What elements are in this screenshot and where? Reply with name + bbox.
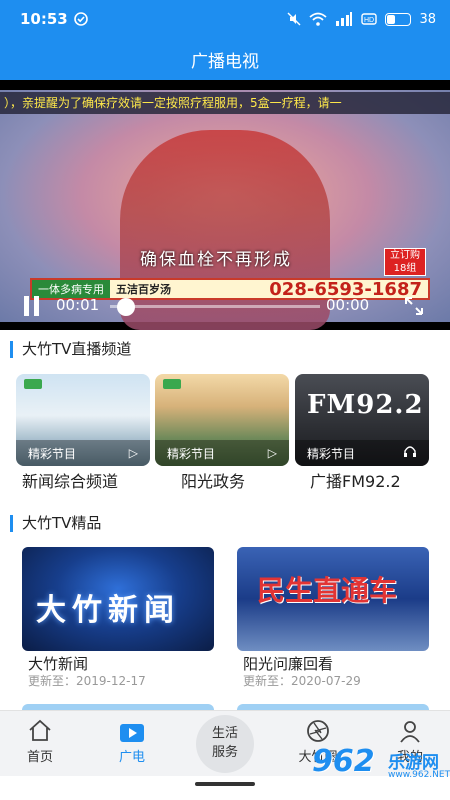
pause-icon [24, 296, 29, 316]
premium-thumb-text: 大竹新闻 [36, 593, 180, 628]
station-logo-icon [163, 379, 181, 389]
nav-center-line2: 服务 [211, 745, 238, 760]
home-indicator[interactable] [195, 782, 255, 786]
channel-overlay: 精彩节目 ▷ [16, 440, 150, 466]
premium-name[interactable]: 大竹新闻 [28, 653, 88, 674]
nav-center-line1: 生活 [211, 726, 238, 741]
premium-card-anticorruption[interactable]: 民生直通车 [237, 547, 429, 651]
battery-fill [387, 14, 396, 24]
video-caption: 确保血栓不再形成 [140, 250, 292, 270]
signal-icon [336, 12, 353, 26]
battery-level: 38 [419, 11, 436, 27]
status-left: 10:53 [20, 10, 88, 28]
premium-card-news[interactable]: 大竹新闻 [22, 547, 214, 651]
battery-icon [385, 12, 412, 26]
svg-text:HD: HD [364, 17, 374, 24]
premium-update: 更新至：2020-07-29 [243, 674, 361, 688]
headphones-icon [403, 445, 417, 461]
page-title: 广播电视 [191, 51, 259, 72]
fm-thumb-text: FM92.2 [307, 390, 424, 420]
total-time: 00:00 [326, 296, 370, 314]
video-controls: 00:01 00:00 [0, 288, 450, 324]
premium-thumb-text: 民生直通车 [257, 574, 398, 607]
channel-overlay: 精彩节目 [295, 440, 429, 466]
channel-tag: 精彩节目 [307, 446, 356, 461]
nav-broadcast[interactable]: 广电 [102, 719, 162, 765]
mute-icon [287, 12, 301, 26]
nav-life-services[interactable]: 生活 服务 [196, 715, 254, 773]
pause-icon-bar [34, 296, 39, 316]
channel-name[interactable]: 广播FM92.2 [310, 468, 401, 492]
nav-home[interactable]: 首页 [10, 719, 70, 765]
order-badge: 立订购 18组 [384, 248, 426, 276]
watermark-number: 962 [312, 744, 375, 779]
progress-track[interactable] [110, 305, 320, 308]
channel-name[interactable]: 新闻综合频道 [22, 468, 118, 492]
video-player[interactable]: ），亲提醒为了确保疗效请一定按照疗程服用，5盒一疗程，请一 确保血栓不再形成 立… [0, 80, 450, 330]
check-circle-icon [73, 12, 88, 26]
wifi-icon [309, 12, 328, 26]
watermark-url: www.962.NET [388, 770, 450, 780]
channel-card-government[interactable]: 精彩节目 ▷ [155, 374, 289, 466]
nav-broadcast-label: 广电 [118, 750, 145, 765]
premium-section-title: 大竹TV精品 [10, 515, 101, 532]
nav-home-label: 首页 [26, 750, 53, 765]
order-badge-line2: 18组 [393, 263, 417, 274]
premium-name[interactable]: 阳光问廉回看 [243, 653, 333, 674]
channel-tag: 精彩节目 [167, 446, 216, 461]
live-section-title: 大竹TV直播频道 [10, 341, 131, 358]
premium-update: 更新至：2019-12-17 [28, 674, 146, 688]
pause-button[interactable] [24, 296, 40, 316]
progress-thumb[interactable] [117, 298, 135, 316]
aperture-icon [288, 719, 348, 743]
status-right: HD 38 [287, 12, 436, 27]
video-ticker: ），亲提醒为了确保疗效请一定按照疗程服用，5盒一疗程，请一 [0, 92, 450, 114]
status-bar: 10:53 HD 38 [0, 0, 450, 38]
status-time: 10:53 [20, 10, 68, 28]
tv-icon [102, 719, 162, 743]
home-icon [10, 719, 70, 743]
channel-tag: 精彩节目 [28, 446, 77, 461]
current-time: 00:01 [56, 296, 100, 314]
fullscreen-icon[interactable] [404, 296, 424, 316]
app-header: 广播电视 [0, 38, 450, 80]
channel-card-fm[interactable]: FM92.2 精彩节目 [295, 374, 429, 466]
site-watermark: 962 乐游网 www.962.NET [312, 744, 450, 786]
user-icon [380, 719, 440, 743]
play-icon: ▷ [128, 446, 138, 460]
order-badge-line1: 立订购 [390, 250, 420, 261]
channel-name[interactable]: 阳光政务 [181, 468, 245, 492]
play-icon: ▷ [267, 446, 277, 460]
channel-card-news[interactable]: 精彩节目 ▷ [16, 374, 150, 466]
hd-icon: HD [361, 13, 378, 25]
station-logo-icon [24, 379, 42, 389]
channel-overlay: 精彩节目 ▷ [155, 440, 289, 466]
